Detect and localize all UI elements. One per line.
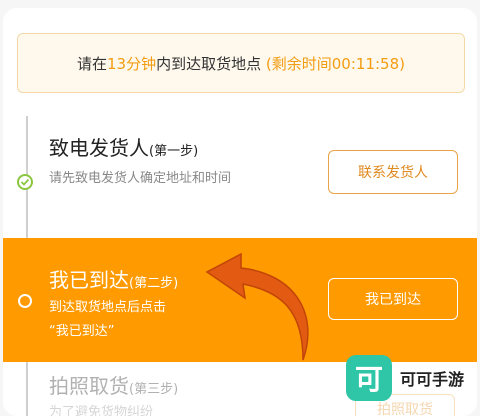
step2-title: 我已到达(第二步) — [49, 264, 178, 293]
curved-arrow-icon — [205, 252, 309, 361]
watermark: 可 可可手游 — [346, 355, 472, 401]
watermark-text: 可可手游 — [400, 370, 465, 389]
step1-subtitle: (第一步) — [149, 144, 199, 159]
notice-remaining: (剩余时间00:11:58) — [265, 54, 405, 73]
arrived-button[interactable]: 我已到达 — [328, 278, 458, 320]
notice-middle: 内到达取货地点 — [156, 54, 262, 73]
step2-subtitle: (第二步) — [129, 276, 179, 291]
step1-title-text: 致电发货人 — [49, 136, 149, 160]
notice-minutes: 13分钟 — [107, 54, 157, 73]
step-dot-icon — [18, 294, 32, 308]
step3-title: 拍照取货(第三步) — [49, 370, 178, 399]
step3-desc: 为了避免货物纠纷 — [49, 405, 154, 416]
watermark-logo: 可 — [346, 355, 392, 401]
step2-desc-line2: “我已到达” — [49, 324, 115, 339]
step3-title-text: 拍照取货 — [49, 374, 129, 398]
contact-shipper-button[interactable]: 联系发货人 — [328, 150, 458, 194]
check-circle-icon — [17, 174, 33, 190]
step2-title-text: 我已到达 — [49, 268, 129, 292]
notice-prefix: 请在 — [77, 54, 108, 73]
step2-desc: 到达取货地点后点击 “我已到达” — [49, 296, 166, 344]
step1-title: 致电发货人(第一步) — [49, 132, 198, 161]
step2-desc-line1: 到达取货地点后点击 — [49, 300, 167, 315]
step1-desc: 请先致电发货人确定地址和时间 — [49, 171, 232, 186]
step3-subtitle: (第三步) — [129, 382, 179, 397]
step2-panel: 我已到达(第二步) 到达取货地点后点击 “我已到达” 我已到达 — [3, 238, 477, 362]
time-notice: 请在 13分钟 内到达取货地点 (剩余时间00:11:58) — [17, 33, 465, 93]
